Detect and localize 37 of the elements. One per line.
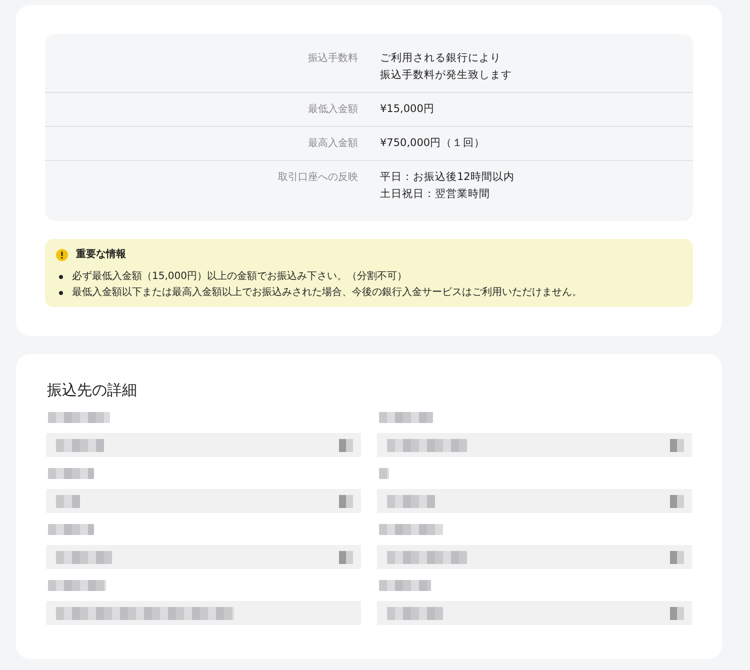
- blurred-icon[interactable]: [670, 606, 684, 620]
- redacted-value: [56, 494, 80, 508]
- redacted-label: [379, 580, 431, 591]
- redacted-value: [387, 606, 443, 620]
- blurred-icon[interactable]: [339, 550, 353, 564]
- redacted-label: [48, 524, 94, 535]
- redacted-label: [379, 524, 443, 535]
- blurred-icon[interactable]: [670, 438, 684, 452]
- blurred-icon[interactable]: [670, 494, 684, 508]
- bullet-icon: [59, 275, 63, 279]
- redacted-value: [56, 550, 112, 564]
- redacted-label: [48, 580, 106, 591]
- blurred-icon[interactable]: [339, 438, 353, 452]
- notice-text: 必ず最低入金額（15,000円）以上の金額でお振込み下さい。（分割不可）: [72, 270, 407, 284]
- redacted-label: [48, 412, 110, 423]
- row-label: 最低入金額: [307, 102, 358, 117]
- section-title: 振込先の詳細: [47, 380, 138, 400]
- row-label: 振込手数料: [307, 52, 358, 66]
- row-value: ¥15,000円: [380, 102, 434, 117]
- row-value: 振込手数料が発生致します: [380, 68, 512, 83]
- row-value: 平日：お振込後12時間以内: [380, 170, 514, 185]
- redacted-label: [379, 468, 389, 479]
- redacted-label: [379, 412, 433, 423]
- blurred-icon[interactable]: [670, 550, 684, 564]
- notice-text: 最低入金額以下または最高入金額以上でお振込みされた場合、今後の銀行入金サービスはご利用いただけません。: [72, 286, 582, 300]
- row-label: 取引口座への反映: [277, 170, 358, 185]
- notice-title: 重要な情報: [76, 248, 126, 262]
- blurred-icon[interactable]: [339, 494, 353, 508]
- warning-icon: [56, 248, 68, 260]
- row-value: ご利用される銀行により: [380, 51, 502, 66]
- bullet-icon: [59, 291, 63, 295]
- row-label: 最高入金額: [307, 136, 358, 151]
- row-value: ¥750,000円（１回）: [380, 136, 486, 151]
- redacted-label: [48, 468, 94, 479]
- row-value: 土日祝日：翌営業時間: [380, 187, 491, 202]
- redacted-value: [56, 438, 104, 452]
- redacted-value: [387, 494, 435, 508]
